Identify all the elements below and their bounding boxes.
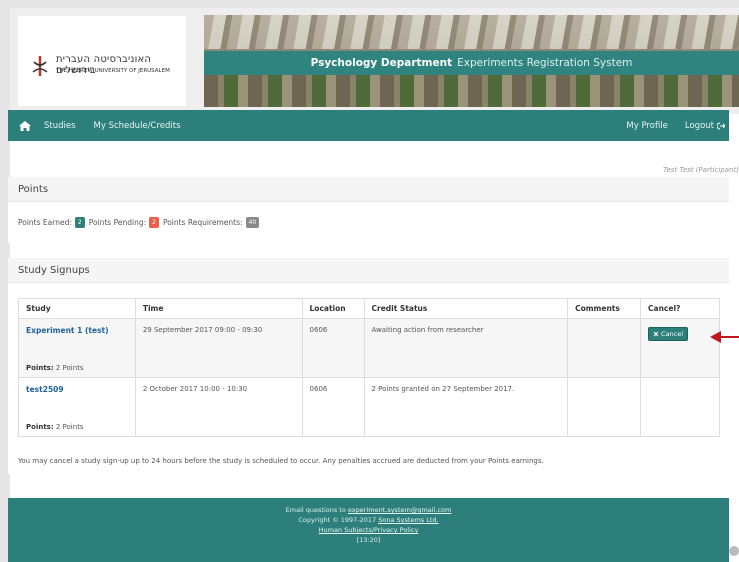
logo-english-text: THE HEBREW UNIVERSITY OF JERUSALEM — [56, 68, 170, 74]
footer-email-link[interactable]: experiment.system@gmail.com — [348, 506, 451, 514]
points-earned-label: Points Earned: — [18, 218, 72, 227]
footer-sona-link[interactable]: Sona Systems Ltd. — [378, 516, 438, 524]
points-summary: Points Earned: 2 Points Pending: 2 Point… — [18, 217, 263, 228]
points-pending-label: Points Pending: — [88, 218, 147, 227]
nav-logout-link[interactable]: Logout — [685, 121, 725, 131]
cancel-button-label: Cancel — [661, 330, 684, 338]
study-points: Points: 2 Points — [26, 423, 84, 431]
points-required-badge: 40 — [245, 217, 260, 228]
scroll-indicator[interactable] — [729, 546, 739, 556]
home-icon[interactable] — [19, 120, 31, 131]
points-panel: Points Points Earned: 2 Points Pending: … — [8, 177, 729, 243]
university-logo[interactable]: האוניברסיטה העברית בירושלים THE HEBREW U… — [18, 16, 186, 106]
study-points: Points: 2 Points — [26, 364, 84, 372]
user-identity: Test Test (Participant) — [663, 166, 739, 174]
cell-location: 0606 — [301, 318, 365, 378]
col-header-location: Location — [301, 298, 365, 319]
nav-profile-link[interactable]: My Profile — [626, 121, 668, 131]
logo-mark-icon — [32, 56, 48, 76]
col-header-time: Time — [134, 298, 303, 319]
table-row: Experiment 1 (test) Points: 2 Points 29 … — [18, 318, 720, 378]
col-header-comments: Comments — [567, 298, 642, 319]
x-icon — [653, 331, 659, 337]
logout-icon — [717, 122, 725, 129]
red-arrow-icon — [710, 331, 739, 343]
cell-cancel: Cancel — [640, 318, 720, 378]
banner-title-light: Experiments Registration System — [457, 57, 633, 69]
footer-time: [13:20] — [356, 536, 381, 544]
points-value: 2 Points — [55, 364, 84, 372]
col-header-credit-status: Credit Status — [363, 298, 569, 319]
nav-studies-link[interactable]: Studies — [44, 121, 76, 131]
footer-copyright-line: Copyright © 1997-2017 Sona Systems Ltd. — [8, 515, 729, 525]
cell-credit-status: Awaiting action from researcher — [363, 318, 569, 378]
cell-time: 29 September 2017 09:00 - 09:30 — [134, 318, 303, 378]
points-pending-badge: 2 — [149, 217, 159, 228]
cancel-button[interactable]: Cancel — [648, 327, 689, 341]
header-banner: Psychology Department Experiments Regist… — [204, 15, 739, 107]
footer-privacy-line: Human Subjects/Privacy Policy — [8, 525, 729, 535]
table-header-row: Study Time Location Credit Status Commen… — [18, 298, 720, 319]
points-key: Points: — [26, 364, 54, 372]
footer-copyright-prefix: Copyright © 1997-2017 — [298, 516, 377, 524]
cell-credit-status: 2 Points granted on 27 September 2017. — [363, 377, 569, 437]
cancel-policy-note: You may cancel a study sign-up up to 24 … — [18, 457, 544, 465]
study-link[interactable]: Experiment 1 (test) — [26, 326, 109, 335]
main-navbar: Studies My Schedule/Credits My Profile L… — [8, 110, 729, 141]
page-footer: Email questions to experiment.system@gma… — [8, 498, 729, 562]
footer-email-line: Email questions to experiment.system@gma… — [8, 505, 729, 515]
col-header-study: Study — [18, 298, 136, 319]
points-heading: Points — [8, 177, 729, 202]
signups-heading: Study Signups — [8, 258, 729, 283]
signups-table: Study Time Location Credit Status Commen… — [18, 298, 720, 437]
nav-schedule-link[interactable]: My Schedule/Credits — [94, 121, 181, 131]
banner-title-bold: Psychology Department — [310, 57, 453, 69]
banner-photo-bottom — [204, 75, 739, 107]
cell-time: 2 October 2017 10:00 - 10:30 — [134, 377, 303, 437]
banner-photo-top — [204, 15, 739, 49]
points-required-label: Points Requirements: — [162, 218, 243, 227]
cell-study: test2509 Points: 2 Points — [18, 377, 136, 437]
study-signups-panel: Study Signups Study Time Location Credit… — [8, 258, 729, 474]
banner-title-bar: Psychology Department Experiments Regist… — [204, 51, 739, 75]
points-value: 2 Points — [55, 423, 84, 431]
study-link[interactable]: test2509 — [26, 385, 64, 394]
col-header-cancel: Cancel? — [640, 298, 720, 319]
footer-privacy-link[interactable]: Human Subjects/Privacy Policy — [319, 526, 419, 534]
points-earned-badge: 2 — [74, 217, 85, 228]
footer-email-prefix: Email questions to — [285, 506, 346, 514]
points-key: Points: — [26, 423, 54, 431]
cell-cancel — [640, 377, 720, 437]
cell-location: 0606 — [301, 377, 365, 437]
logout-label: Logout — [684, 120, 714, 131]
table-row: test2509 Points: 2 Points 2 October 2017… — [18, 377, 720, 437]
cell-study: Experiment 1 (test) Points: 2 Points — [18, 318, 136, 378]
cell-comments — [567, 377, 642, 437]
cell-comments — [567, 318, 642, 378]
